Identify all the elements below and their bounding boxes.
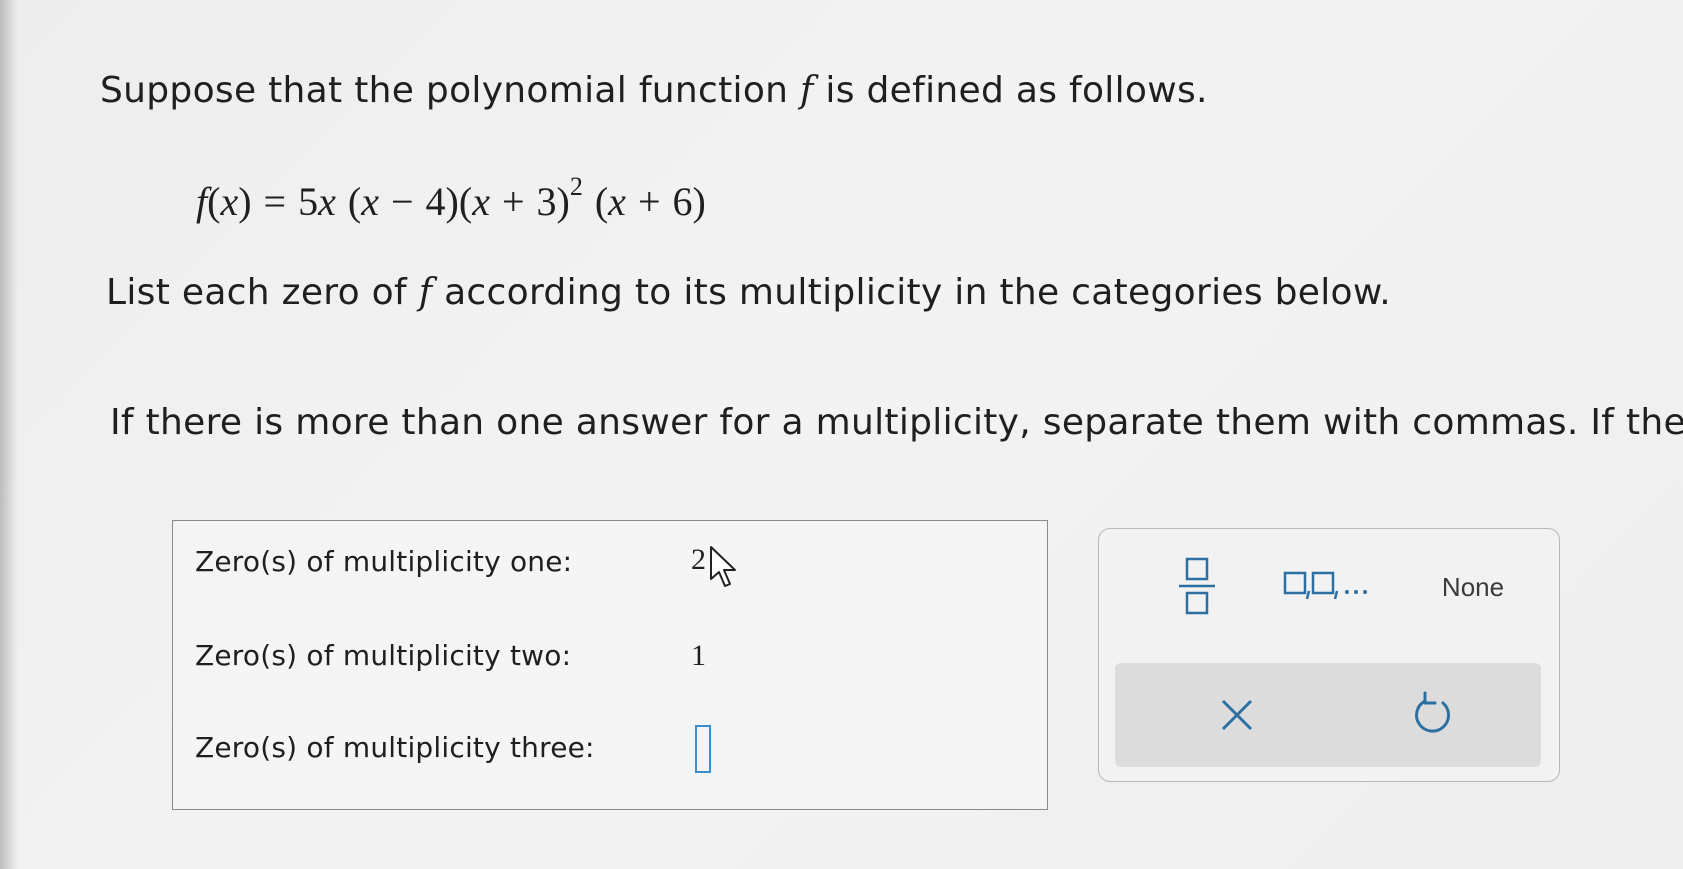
- undo-icon: [1415, 691, 1451, 733]
- answer-box: Zero(s) of multiplicity one: 2 Zero(s) o…: [172, 520, 1048, 810]
- fraction-button[interactable]: [1173, 553, 1221, 619]
- multiplicity-one-input[interactable]: 2: [691, 543, 706, 577]
- function-name: f: [800, 70, 814, 111]
- multiplicity-one-label: Zero(s) of multiplicity one:: [195, 545, 573, 578]
- formula-term-x: x: [608, 179, 626, 224]
- multiplicity-two-label: Zero(s) of multiplicity two:: [195, 639, 572, 672]
- function-name: f: [418, 272, 433, 313]
- comma-list-button[interactable]: [1281, 567, 1391, 603]
- instruction-list-zeros: List each zero of f according to its mul…: [106, 272, 1391, 313]
- math-keypad: None: [1098, 528, 1560, 782]
- formula-term-x: x: [361, 179, 379, 224]
- formula-factor-plus-3: + 3): [489, 179, 570, 224]
- formula-paren: (: [582, 179, 609, 224]
- formula-term-x: x: [318, 179, 336, 224]
- mouse-pointer-icon: [710, 546, 736, 587]
- formula-term-x: x: [472, 179, 490, 224]
- formula-paren: (: [335, 179, 362, 224]
- formula-fn: f: [196, 179, 208, 224]
- list-text-end: according to its multiplicity in the cat…: [432, 272, 1392, 313]
- screen-edge-shadow: [0, 0, 18, 869]
- intro-text-end: is defined as follows.: [813, 70, 1208, 111]
- keypad-action-bar: [1115, 663, 1541, 767]
- multiplicity-two-input[interactable]: 1: [691, 639, 706, 673]
- clear-button[interactable]: [1211, 689, 1263, 741]
- formula-factor-plus-6: + 6): [625, 179, 706, 224]
- comma-list-icon: [1283, 571, 1367, 600]
- intro-text-start: Suppose that the polynomial function: [100, 70, 801, 111]
- problem-intro: Suppose that the polynomial function f i…: [100, 70, 1208, 111]
- instruction-commas: If there is more than one answer for a m…: [110, 402, 1683, 443]
- multiplicity-three-label: Zero(s) of multiplicity three:: [195, 731, 595, 764]
- fraction-icon: [1179, 557, 1215, 615]
- formula-factor-minus-4: − 4): [378, 179, 459, 224]
- list-text-start: List each zero of: [106, 272, 419, 313]
- formula-arg: x: [220, 179, 239, 224]
- none-button[interactable]: None: [1433, 569, 1513, 605]
- text-cursor-box[interactable]: [695, 725, 711, 773]
- formula-equals: = 5: [251, 179, 319, 224]
- close-icon: [1221, 699, 1253, 731]
- formula-exponent: 2: [569, 172, 583, 201]
- undo-button[interactable]: [1405, 687, 1461, 743]
- formula-paren: (: [458, 179, 473, 224]
- polynomial-formula: f(x) = 5x (x − 4)(x + 3)2 (x + 6): [196, 172, 706, 224]
